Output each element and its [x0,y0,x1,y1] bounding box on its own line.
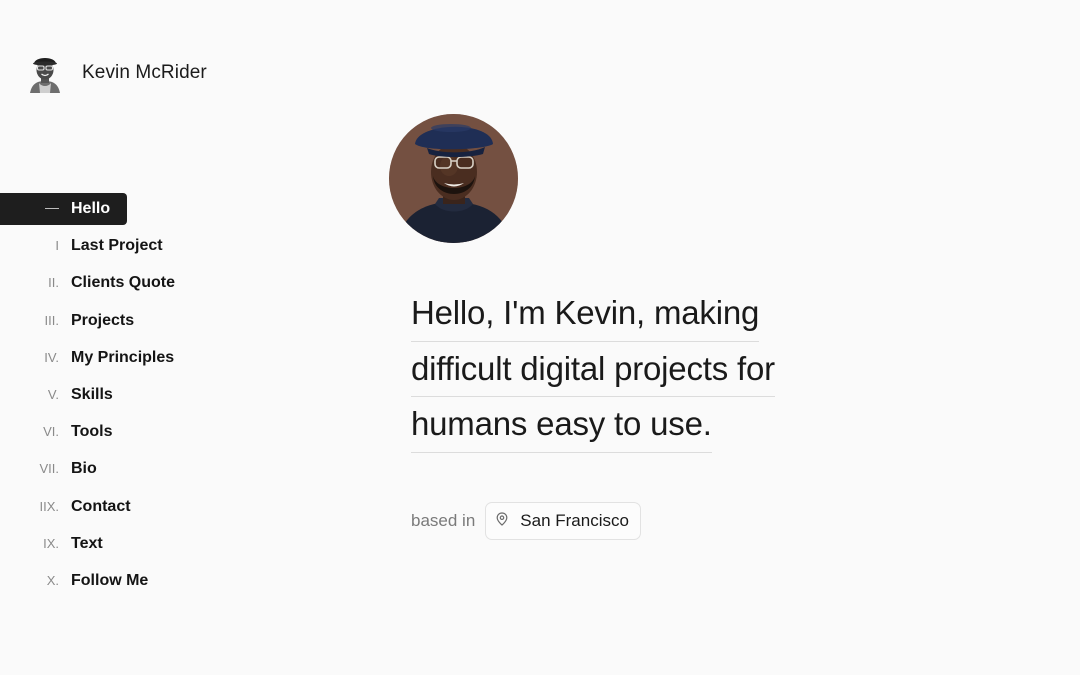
nav-item-number: IIX. [39,498,59,514]
nav-item-bio[interactable]: VII. Bio [0,453,240,485]
brand-name: Kevin McRider [82,62,207,83]
nav-item-label: Follow Me [71,571,149,589]
nav-item-number: I [55,238,59,254]
headline-line: humans easy to use. [411,397,712,453]
nav-item-number: X. [46,572,59,588]
headline-line: difficult digital projects for [411,342,775,397]
location-text: San Francisco [520,511,629,530]
hero-portrait [389,114,518,243]
nav-item-label: My Principles [71,348,175,366]
nav-item-label: Hello [71,200,111,217]
nav-item-number: V. [47,386,59,402]
nav-item-label: Text [71,534,103,552]
page: Kevin McRider Hello I Last Project II. C… [0,0,1080,675]
nav-item-hello[interactable]: Hello [0,193,127,225]
nav-item-number: IX. [43,535,59,551]
nav-item-label: Tools [71,423,113,441]
nav-item-label: Clients Quote [71,274,176,292]
nav-item-number: III. [44,312,59,328]
nav-item-text[interactable]: IX. Text [0,528,240,560]
brand-link[interactable]: Kevin McRider [28,53,207,93]
nav-item-label: Skills [71,385,113,403]
nav-item-label: Last Project [71,237,163,255]
hero-headline: Hello, I'm Kevin, making difficult digit… [411,286,931,453]
nav-item-follow-me[interactable]: X. Follow Me [0,565,240,597]
map-pin-icon [496,511,508,531]
nav-item-number: IV. [44,349,59,365]
brand-avatar [28,53,62,93]
nav-item-label: Bio [71,460,97,478]
location-chip[interactable]: San Francisco [485,502,641,540]
nav-item-label: Contact [71,497,131,515]
nav-item-number: VII. [39,461,59,477]
nav-item-skills[interactable]: V. Skills [0,379,240,411]
headline-line: Hello, I'm Kevin, making [411,286,759,342]
nav-item-last-project[interactable]: I Last Project [0,230,240,262]
nav-item-clients-quote[interactable]: II. Clients Quote [0,267,240,299]
active-dash-icon [45,208,59,209]
location-row: based in San Francisco [411,502,641,540]
section-nav: Hello I Last Project II. Clients Quote I… [0,193,240,602]
nav-item-tools[interactable]: VI. Tools [0,416,240,448]
nav-item-my-principles[interactable]: IV. My Principles [0,342,240,374]
nav-item-number: VI. [43,424,59,440]
nav-item-contact[interactable]: IIX. Contact [0,491,240,523]
nav-item-label: Projects [71,311,135,329]
nav-item-projects[interactable]: III. Projects [0,305,240,337]
based-in-label: based in [411,511,476,530]
nav-item-number: II. [48,275,59,291]
